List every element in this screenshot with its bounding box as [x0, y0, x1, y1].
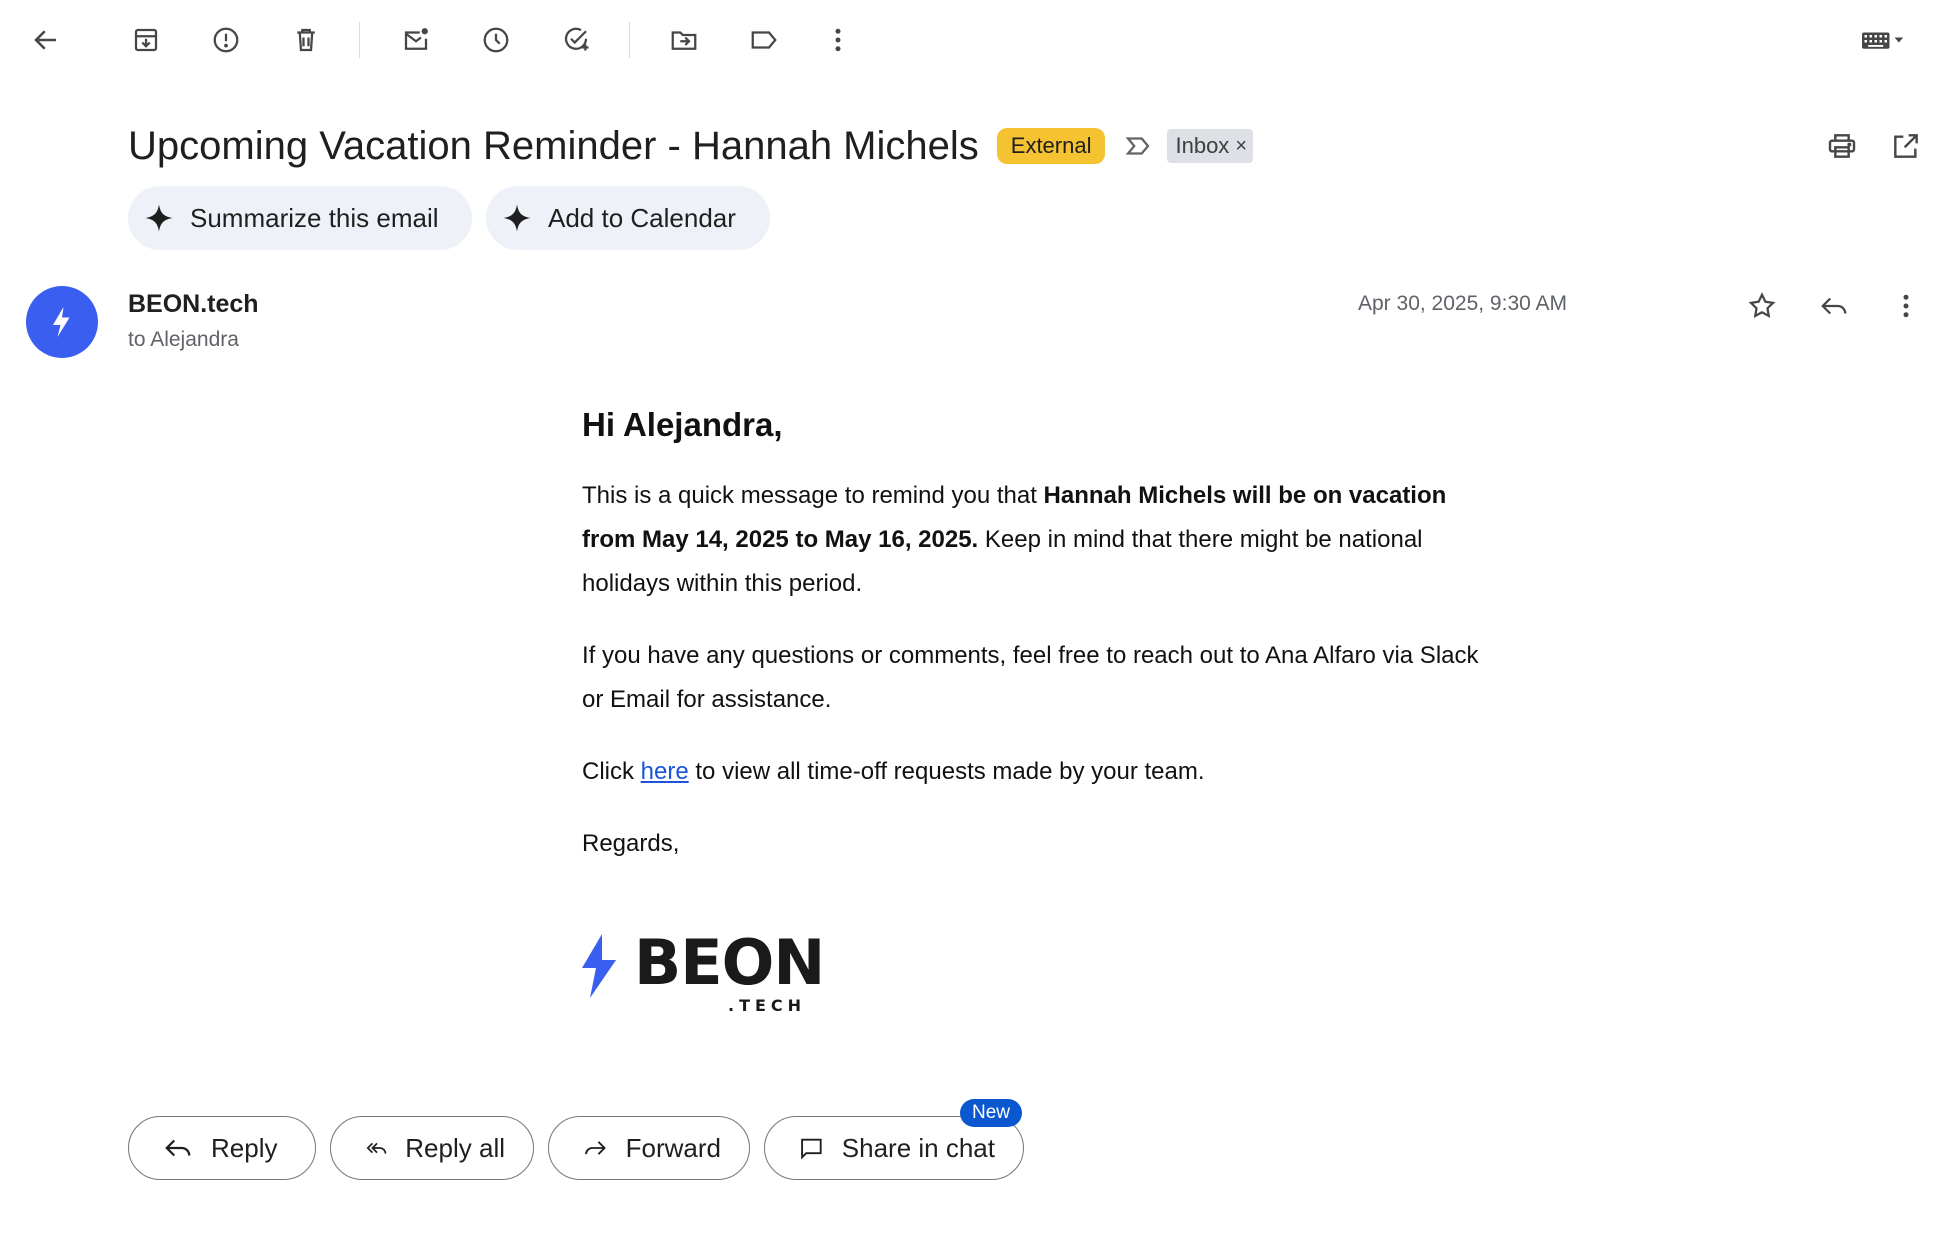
inbox-label-text: Inbox: [1175, 133, 1230, 158]
reply-all-button[interactable]: Reply all: [330, 1116, 534, 1180]
external-badge: External: [996, 128, 1106, 164]
remove-label-icon[interactable]: ×: [1235, 135, 1247, 158]
sender-name[interactable]: BEON.tech: [128, 290, 259, 319]
reply-all-icon: [366, 1142, 387, 1154]
logo-wordmark: BEON: [634, 926, 825, 999]
recipient-line[interactable]: to Alejandra: [128, 328, 239, 352]
share-in-chat-label: Share in chat: [841, 1132, 995, 1163]
time-off-requests-link[interactable]: here: [641, 758, 689, 785]
sender-avatar[interactable]: [26, 286, 98, 358]
label-icon[interactable]: [744, 20, 784, 60]
recipient-text: to Alejandra: [128, 328, 239, 351]
importance-marker-icon[interactable]: [1123, 130, 1155, 162]
vacation-text-start: This is a quick message to remind you th…: [582, 482, 1044, 509]
subject-row: Upcoming Vacation Reminder - Hannah Mich…: [128, 118, 1253, 174]
more-options-icon[interactable]: [1886, 286, 1926, 326]
print-icon[interactable]: [1822, 126, 1862, 166]
delete-icon[interactable]: [286, 20, 326, 60]
summarize-email-label: Summarize this email: [190, 202, 439, 233]
new-feature-badge: New: [960, 1099, 1023, 1127]
body-paragraph-contact: If you have any questions or comments, f…: [582, 642, 1479, 713]
sparkle-icon: [142, 201, 176, 235]
add-to-tasks-icon[interactable]: [556, 20, 596, 60]
email-closing: Regards,: [582, 830, 680, 857]
snooze-icon[interactable]: [476, 20, 516, 60]
reply-all-label: Reply all: [405, 1132, 505, 1163]
logo-lightning-icon: [582, 934, 616, 998]
email-subject: Upcoming Vacation Reminder - Hannah Mich…: [128, 123, 979, 168]
add-to-calendar-button[interactable]: Add to Calendar: [486, 186, 770, 250]
email-greeting: Hi Alejandra,: [582, 406, 783, 443]
star-icon[interactable]: [1742, 286, 1782, 326]
message-date: Apr 30, 2025, 9:30 AM: [1358, 292, 1567, 315]
inbox-label-chip: Inbox ×: [1167, 129, 1253, 163]
logo-subtext: .TECH: [728, 996, 807, 1015]
back-arrow-icon[interactable]: [26, 20, 66, 60]
link-text-start: Click: [582, 758, 641, 785]
add-to-calendar-label: Add to Calendar: [548, 202, 736, 233]
mark-unread-icon[interactable]: [396, 20, 436, 60]
link-text-end: to view all time-off requests made by yo…: [688, 758, 1205, 785]
toolbar: [0, 0, 1938, 80]
summarize-email-button[interactable]: Summarize this email: [128, 186, 472, 250]
sparkle-icon: [500, 201, 534, 235]
chat-bubble-icon: [801, 1138, 822, 1160]
forward-label: Forward: [625, 1132, 721, 1163]
keyboard-icon[interactable]: [1852, 20, 1912, 60]
reply-label: Reply: [211, 1132, 278, 1163]
lightning-icon: [53, 307, 70, 337]
archive-icon[interactable]: [126, 20, 166, 60]
email-body: Hi Alejandra, This is a quick message to…: [582, 406, 1482, 894]
body-paragraph-link: Click here to view all time-off requests…: [582, 750, 1482, 794]
move-to-icon[interactable]: [664, 20, 704, 60]
reply-icon[interactable]: [1814, 286, 1854, 326]
report-spam-icon[interactable]: [206, 20, 246, 60]
open-in-new-window-icon[interactable]: [1886, 126, 1926, 166]
body-paragraph-vacation: This is a quick message to remind you th…: [582, 474, 1482, 606]
forward-icon: [585, 1141, 606, 1155]
forward-button[interactable]: Forward: [548, 1116, 750, 1180]
toolbar-divider: [359, 22, 360, 58]
beon-tech-logo: BEON .TECH: [580, 926, 825, 1020]
reply-button[interactable]: Reply: [128, 1116, 316, 1180]
more-vert-icon[interactable]: [818, 20, 858, 60]
toolbar-divider: [629, 22, 630, 58]
reply-icon: [165, 1139, 191, 1157]
